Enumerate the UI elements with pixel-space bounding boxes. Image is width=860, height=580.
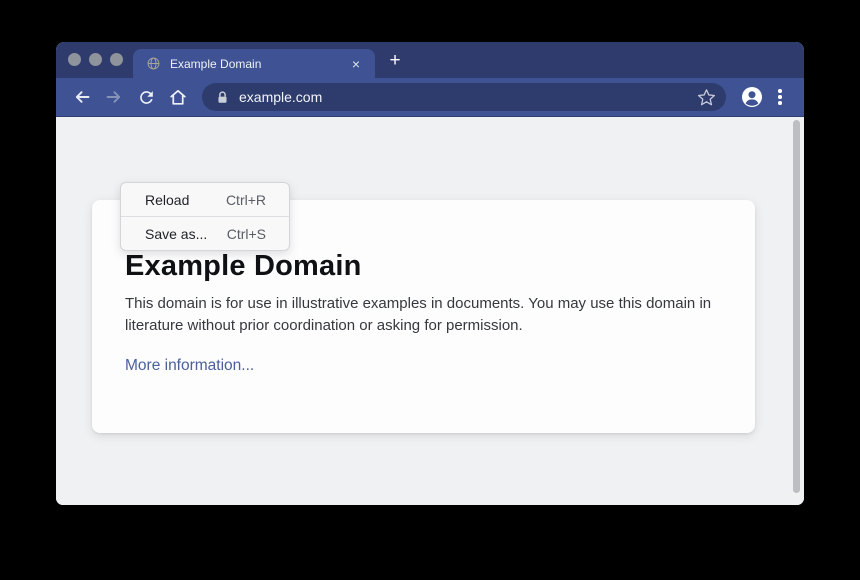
page-viewport: Example Domain This domain is for use in… [56, 117, 804, 505]
reload-button[interactable] [130, 81, 162, 113]
context-menu: Reload Ctrl+R Save as... Ctrl+S [120, 182, 290, 251]
browser-toolbar: example.com [56, 78, 804, 117]
lock-icon [215, 90, 230, 105]
tab-favicon-globe-icon [146, 56, 161, 71]
back-arrow-icon [72, 87, 92, 107]
menu-item-shortcut: Ctrl+R [226, 192, 266, 208]
menu-item-label: Reload [145, 192, 189, 208]
new-tab-button[interactable]: + [385, 51, 405, 71]
context-menu-item-reload[interactable]: Reload Ctrl+R [121, 183, 289, 216]
bookmark-star-icon[interactable] [697, 88, 716, 107]
window-close-button[interactable] [68, 53, 81, 66]
titlebar: Example Domain × + [56, 42, 804, 78]
profile-button[interactable] [736, 81, 768, 113]
page-title: Example Domain [125, 250, 715, 283]
browser-window: Example Domain × + [56, 42, 804, 505]
tab-close-icon[interactable]: × [348, 56, 364, 72]
tab-title: Example Domain [170, 57, 348, 71]
reload-icon [137, 88, 156, 107]
window-minimize-button[interactable] [89, 53, 102, 66]
window-controls [68, 53, 123, 66]
url-text: example.com [239, 89, 697, 105]
browser-menu-button[interactable] [768, 81, 792, 113]
address-bar[interactable]: example.com [202, 83, 726, 111]
forward-button[interactable] [98, 81, 130, 113]
vertical-dots-icon [778, 89, 782, 105]
page-paragraph: This domain is for use in illustrative e… [125, 293, 715, 337]
context-menu-item-save-as[interactable]: Save as... Ctrl+S [121, 217, 289, 250]
window-zoom-button[interactable] [110, 53, 123, 66]
profile-avatar-icon [741, 86, 763, 108]
menu-item-shortcut: Ctrl+S [227, 226, 266, 242]
vertical-scrollbar[interactable] [793, 120, 800, 493]
browser-tab[interactable]: Example Domain × [133, 49, 375, 78]
home-button[interactable] [162, 81, 194, 113]
home-icon [168, 87, 188, 107]
menu-item-label: Save as... [145, 226, 207, 242]
back-button[interactable] [66, 81, 98, 113]
more-information-link[interactable]: More information... [125, 357, 254, 375]
forward-arrow-icon [104, 87, 124, 107]
